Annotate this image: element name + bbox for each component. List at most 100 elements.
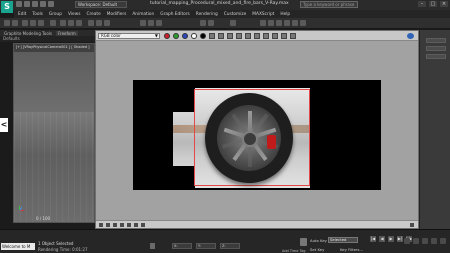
maxscript-listener[interactable]: Welcome to M <box>1 243 35 250</box>
load-image-icon[interactable] <box>218 33 224 39</box>
undo-icon[interactable] <box>40 1 46 7</box>
snap-icon[interactable] <box>140 20 146 26</box>
render-production-icon[interactable] <box>300 20 306 26</box>
key-mode-dropdown[interactable]: Selected <box>328 237 358 243</box>
app-logo-button[interactable]: S <box>1 1 13 13</box>
select-object-icon[interactable] <box>60 20 66 26</box>
lut-icon[interactable] <box>134 223 138 227</box>
tab-freeform[interactable]: Freeform <box>56 30 78 36</box>
region-render-icon[interactable] <box>254 33 260 39</box>
teapot-render-icon[interactable] <box>407 33 414 39</box>
rendered-frame-window-icon[interactable] <box>292 20 298 26</box>
redo-icon[interactable] <box>48 1 54 7</box>
auto-key-button[interactable]: Auto Key <box>310 238 327 243</box>
menu-rendering[interactable]: Rendering <box>196 12 218 17</box>
render-setup-icon[interactable] <box>284 20 290 26</box>
undo-tool-icon[interactable] <box>4 20 10 26</box>
command-panel-button[interactable] <box>426 46 446 51</box>
redo-tool-icon[interactable] <box>12 20 18 26</box>
viewport-label[interactable]: [+] [VRayPhysicalCamera001 ] [ Shaded ] <box>16 45 90 49</box>
angle-snap-icon[interactable] <box>148 20 154 26</box>
tab-graphite-modeling-tools[interactable]: Graphite Modeling Tools <box>4 31 52 36</box>
key-filters-button[interactable]: Key Filters... <box>340 247 363 252</box>
blue-channel-icon[interactable] <box>182 33 188 39</box>
set-key-icon[interactable] <box>300 238 307 246</box>
curve-icon[interactable] <box>113 223 117 227</box>
region-select-icon[interactable] <box>76 20 82 26</box>
levels-icon[interactable] <box>106 223 110 227</box>
menu-graph-editors[interactable]: Graph Editors <box>160 12 190 17</box>
layer-manager-icon[interactable] <box>230 20 236 26</box>
align-icon[interactable] <box>208 20 214 26</box>
y-coordinate-field[interactable]: Y: <box>196 243 216 249</box>
command-panel-button[interactable] <box>426 38 446 43</box>
menu-edit[interactable]: Edit <box>18 12 26 17</box>
selection-filter-icon[interactable] <box>50 20 56 26</box>
menu-maxscript[interactable]: MAXScript <box>252 12 274 17</box>
move-icon[interactable] <box>88 20 94 26</box>
history-icon[interactable] <box>141 223 145 227</box>
rotate-icon[interactable] <box>96 20 102 26</box>
previous-frame-button[interactable]: ◀ <box>379 236 385 242</box>
color-correction-icon[interactable] <box>99 223 103 227</box>
save-icon[interactable] <box>32 1 38 7</box>
new-file-icon[interactable] <box>16 1 22 7</box>
orbit-icon[interactable] <box>431 238 437 244</box>
mono-channel-icon[interactable] <box>200 33 206 39</box>
menu-help[interactable]: Help <box>280 12 290 17</box>
select-by-name-icon[interactable] <box>68 20 74 26</box>
red-channel-icon[interactable] <box>164 33 170 39</box>
exposure-icon[interactable] <box>120 223 124 227</box>
link-icon[interactable] <box>22 20 28 26</box>
maximize-viewport-icon[interactable] <box>440 238 446 244</box>
menu-animation[interactable]: Animation <box>132 12 154 17</box>
duplicate-to-max-fb-icon[interactable] <box>236 33 242 39</box>
interactive-render-icon[interactable] <box>281 33 287 39</box>
workspace-dropdown[interactable]: Workspace: Default <box>75 1 127 8</box>
alpha-channel-icon[interactable] <box>191 33 197 39</box>
menu-create[interactable]: Create <box>86 12 100 17</box>
time-slider-label[interactable]: 0 / 100 <box>36 216 50 221</box>
z-coordinate-field[interactable]: Z: <box>220 243 240 249</box>
green-channel-icon[interactable] <box>173 33 179 39</box>
add-time-tag[interactable]: Add Time Tag <box>282 249 306 253</box>
zoom-all-icon[interactable] <box>413 238 419 244</box>
srgb-icon[interactable] <box>127 223 131 227</box>
curve-editor-icon[interactable] <box>260 20 266 26</box>
minimize-button[interactable]: – <box>418 1 426 7</box>
unlink-icon[interactable] <box>30 20 36 26</box>
zoom-icon[interactable] <box>404 238 410 244</box>
material-editor-icon[interactable] <box>276 20 282 26</box>
x-coordinate-field[interactable]: X: <box>172 243 192 249</box>
close-button[interactable]: × <box>440 1 448 7</box>
play-button[interactable]: ▶ <box>388 236 394 242</box>
search-input[interactable]: Type a keyword or phrase <box>300 1 358 8</box>
mirror-icon[interactable] <box>200 20 206 26</box>
menu-modifiers[interactable]: Modifiers <box>107 12 127 17</box>
open-file-icon[interactable] <box>24 1 30 7</box>
track-mouse-icon[interactable] <box>245 33 251 39</box>
selection-lock-icon[interactable] <box>150 243 155 249</box>
render-last-icon[interactable] <box>272 33 278 39</box>
scale-icon[interactable] <box>104 20 110 26</box>
save-image-icon[interactable] <box>209 33 215 39</box>
schematic-view-icon[interactable] <box>268 20 274 26</box>
menu-customize[interactable]: Customize <box>224 12 247 17</box>
channel-select[interactable]: RGB color ▼ <box>98 33 160 39</box>
go-to-start-button[interactable]: |◀ <box>370 236 376 242</box>
stop-render-icon[interactable] <box>290 33 296 39</box>
camera-viewport[interactable]: [+] [VRayPhysicalCamera001 ] [ Shaded ] … <box>13 43 95 223</box>
panel-collapse-button[interactable]: < <box>0 118 8 132</box>
maximize-button[interactable]: □ <box>429 1 437 7</box>
render-canvas[interactable] <box>133 80 381 190</box>
clear-image-icon[interactable] <box>227 33 233 39</box>
set-key-button[interactable]: Set Key <box>310 247 324 252</box>
percent-snap-icon[interactable] <box>156 20 162 26</box>
command-panel-button[interactable] <box>426 54 446 59</box>
resize-grip-icon[interactable] <box>410 223 414 227</box>
menu-group[interactable]: Group <box>49 12 62 17</box>
pan-icon[interactable] <box>422 238 428 244</box>
bind-icon[interactable] <box>38 20 44 26</box>
link-to-max-fb-icon[interactable] <box>263 33 269 39</box>
menu-views[interactable]: Views <box>68 12 80 17</box>
